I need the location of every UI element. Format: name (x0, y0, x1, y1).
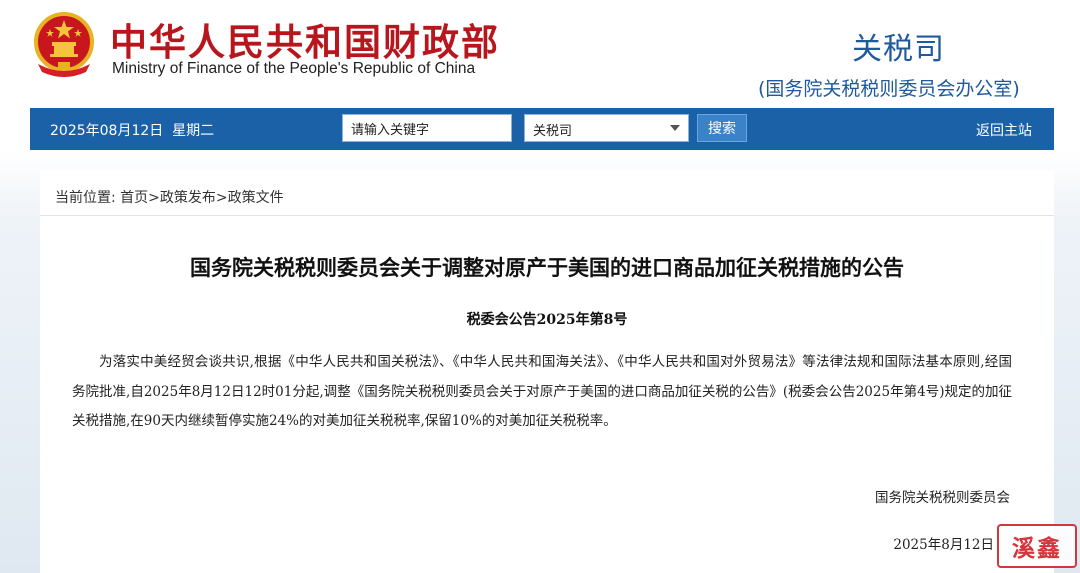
ministry-name-cn: 中华人民共和国财政部 (110, 21, 500, 64)
breadcrumb-policy-documents[interactable]: 政策文件 (228, 190, 284, 206)
department-subtitle: (国务院关税税则委员会办公室) (758, 78, 1020, 100)
document-signer: 国务院关税税则委员会 (875, 490, 1010, 506)
national-emblem-icon (32, 12, 96, 78)
search-button[interactable]: 搜索 (697, 114, 747, 142)
return-home-link[interactable]: 返回主站 (976, 120, 1032, 140)
department-name: 关税司 (852, 32, 945, 67)
breadcrumb-separator: > (148, 190, 160, 206)
document-date: 2025年8月12日 (893, 537, 994, 553)
search-input[interactable] (342, 114, 512, 142)
watermark-seal: 溪鑫 (997, 524, 1077, 568)
divider (40, 215, 1054, 216)
ministry-name-en: Ministry of Finance of the People's Repu… (112, 60, 476, 77)
department-select[interactable]: 关税司 (524, 114, 689, 142)
document-number: 税委会公告2025年第8号 (466, 312, 628, 328)
breadcrumb-home[interactable]: 首页 (120, 190, 148, 206)
article-card: 当前位置: 首页>政策发布>政策文件 国务院关税税则委员会关于调整对原产于美国的… (40, 170, 1054, 573)
current-date: 2025年08月12日 星期二 (50, 123, 215, 139)
nav-bar: 2025年08月12日 星期二 关税司 搜索 返回主站 (30, 108, 1054, 150)
breadcrumb-policy-release[interactable]: 政策发布 (160, 190, 216, 206)
breadcrumb-separator: > (215, 190, 228, 206)
chevron-down-icon (670, 125, 680, 131)
breadcrumb: 当前位置: 首页>政策发布>政策文件 (55, 187, 284, 207)
breadcrumb-prefix: 当前位置: (55, 190, 116, 206)
document-body: 为落实中美经贸会谈共识,根据《中华人民共和国关税法》、《中华人民共和国海关法》、… (72, 354, 1012, 429)
site-header: 中华人民共和国财政部 Ministry of Finance of the Pe… (0, 0, 1080, 108)
document-title: 国务院关税税则委员会关于调整对原产于美国的进口商品加征关税措施的公告 (190, 256, 904, 280)
department-select-value: 关税司 (533, 124, 573, 139)
